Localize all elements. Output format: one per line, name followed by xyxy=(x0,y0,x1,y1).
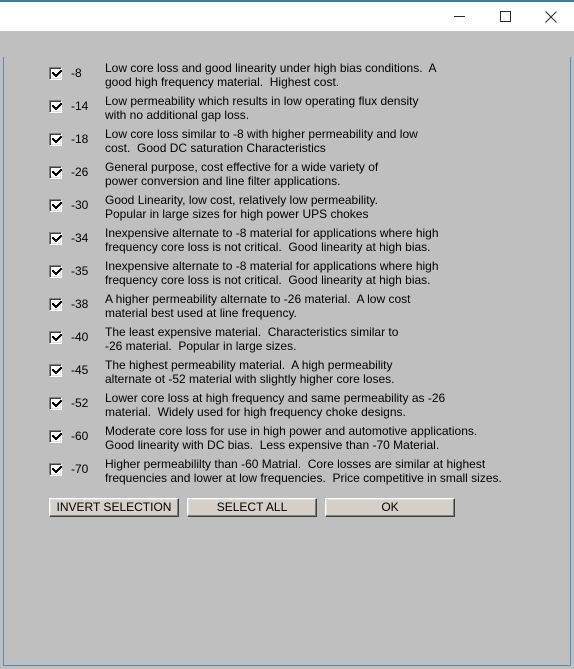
material-description-line-2: material best used at line frequency. xyxy=(105,306,297,320)
material-description-line-2: alternate ot -52 material with slightly … xyxy=(105,372,395,386)
close-button[interactable] xyxy=(528,2,574,31)
select-all-button[interactable]: SELECT ALL xyxy=(187,498,317,517)
material-description-line-1: Inexpensive alternate to -8 material for… xyxy=(105,226,439,240)
material-row: -18 Low core loss similar to -8 with high… xyxy=(4,123,572,156)
material-row: -70 Higher permeabililty than -60 Matrial… xyxy=(4,453,572,486)
material-checkbox-cell: -35 xyxy=(4,255,88,278)
material-description: Lower core loss at high frequency and sa… xyxy=(68,387,572,419)
material-description-line-2: frequency core loss is not critical. Goo… xyxy=(105,273,431,287)
material-checkbox-cell: -45 xyxy=(4,354,88,377)
material-checkbox-cell: -60 xyxy=(4,420,88,443)
material-description-line-1: Inexpensive alternate to -8 material for… xyxy=(105,259,439,273)
material-description-line-2: Good linearity with DC bias. Less expens… xyxy=(105,438,440,452)
material-checkbox-cell: -40 xyxy=(4,321,88,344)
material-checkbox-cell: -52 xyxy=(4,387,88,410)
material-description: General purpose, cost effective for a wi… xyxy=(68,156,572,188)
material-description: The highest permeability material. A hig… xyxy=(68,354,572,386)
material-description: The least expensive material. Characteri… xyxy=(68,321,572,353)
material-checkbox-cell: -70 xyxy=(4,453,88,476)
maximize-icon xyxy=(499,10,512,23)
material-description-line-1: The highest permeability material. A hig… xyxy=(105,358,393,372)
material-description-line-2: frequency core loss is not critical. Goo… xyxy=(105,240,431,254)
close-icon xyxy=(544,10,558,24)
material-row: -38 A higher permeability alternate to -2… xyxy=(4,288,572,321)
minimize-icon xyxy=(453,10,466,23)
material-row: -8 Low core loss and good linearity under… xyxy=(4,57,572,90)
material-description-line-1: A higher permeability alternate to -26 m… xyxy=(105,292,411,306)
material-checkbox-cell: -30 xyxy=(4,189,88,212)
material-row: -14 Low permeability which results in low… xyxy=(4,90,572,123)
material-checkbox-cell: -26 xyxy=(4,156,88,179)
material-checkbox-cell: -14 xyxy=(4,90,88,113)
material-description-line-2: power conversion and line filter applica… xyxy=(105,174,341,188)
material-checkbox-cell: -34 xyxy=(4,222,88,245)
material-description: Low core loss similar to -8 with higher … xyxy=(68,123,572,155)
material-row: -40 The least expensive material. Charact… xyxy=(4,321,572,354)
material-description-line-1: General purpose, cost effective for a wi… xyxy=(105,160,379,174)
material-description-line-2: material. Widely used for high frequency… xyxy=(105,405,406,419)
material-checkbox-cell: -8 xyxy=(4,57,82,80)
material-checkbox[interactable] xyxy=(49,430,62,443)
material-checkbox[interactable] xyxy=(49,100,62,113)
material-checkbox[interactable] xyxy=(49,166,62,179)
material-checkbox[interactable] xyxy=(49,331,62,344)
material-checkbox[interactable] xyxy=(49,364,62,377)
material-description-line-2: good high frequency material. Highest co… xyxy=(105,75,340,89)
dialog-frame: -8 Low core loss and good linearity under… xyxy=(3,57,571,666)
material-description-line-2: Popular in large sizes for high power UP… xyxy=(105,207,369,221)
material-checkbox[interactable] xyxy=(49,67,62,80)
material-description-line-2: frequencies and lower at low frequencies… xyxy=(105,471,502,485)
window-title xyxy=(0,2,436,31)
material-checkbox[interactable] xyxy=(49,265,62,278)
material-row: -30 Good Linearity, low cost, relatively … xyxy=(4,189,572,222)
ok-button[interactable]: OK xyxy=(325,498,455,517)
material-checkbox[interactable] xyxy=(49,298,62,311)
material-checkbox[interactable] xyxy=(49,199,62,212)
title-bar xyxy=(0,0,574,31)
material-checkbox[interactable] xyxy=(49,232,62,245)
material-row: -26 General purpose, cost effective for a… xyxy=(4,156,572,189)
material-checkbox[interactable] xyxy=(49,397,62,410)
material-description-line-1: Lower core loss at high frequency and sa… xyxy=(105,391,446,405)
material-description-line-1: Good Linearity, low cost, relatively low… xyxy=(105,193,378,207)
material-description-line-1: Higher permeabililty than -60 Matrial. C… xyxy=(105,457,486,471)
material-description: Inexpensive alternate to -8 material for… xyxy=(68,255,572,287)
material-checkbox[interactable] xyxy=(49,133,62,146)
dialog-window: -8 Low core loss and good linearity under… xyxy=(0,0,574,669)
invert-selection-button[interactable]: INVERT SELECTION xyxy=(49,498,179,517)
material-description-line-1: Low core loss and good linearity under h… xyxy=(105,61,437,75)
material-description: Inexpensive alternate to -8 material for… xyxy=(68,222,572,254)
maximize-button[interactable] xyxy=(482,2,528,31)
material-list: -8 Low core loss and good linearity under… xyxy=(4,57,572,486)
material-checkbox[interactable] xyxy=(49,463,62,476)
material-checkbox-cell: -38 xyxy=(4,288,88,311)
material-row: -52 Lower core loss at high frequency and… xyxy=(4,387,572,420)
material-description-line-1: Moderate core loss for use in high power… xyxy=(105,424,478,438)
material-row: -34 Inexpensive alternate to -8 material … xyxy=(4,222,572,255)
material-description: Good Linearity, low cost, relatively low… xyxy=(68,189,572,221)
material-description-line-1: The least expensive material. Characteri… xyxy=(105,325,399,339)
minimize-button[interactable] xyxy=(436,2,482,31)
material-row: -60 Moderate core loss for use in high po… xyxy=(4,420,572,453)
material-description: A higher permeability alternate to -26 m… xyxy=(68,288,572,320)
material-description-line-2: with no additional gap loss. xyxy=(105,108,250,122)
material-description: Low permeability which results in low op… xyxy=(68,90,572,122)
material-row: -45 The highest permeability material. A … xyxy=(4,354,572,387)
material-description: Low core loss and good linearity under h… xyxy=(68,57,572,89)
material-description-line-2: cost. Good DC saturation Characteristics xyxy=(105,141,326,155)
material-description: Moderate core loss for use in high power… xyxy=(68,420,572,452)
material-description: Higher permeabililty than -60 Matrial. C… xyxy=(68,453,572,485)
dialog-button-row: INVERT SELECTION SELECT ALL OK xyxy=(49,498,549,517)
material-checkbox-cell: -18 xyxy=(4,123,88,146)
material-description-line-2: -26 material. Popular in large sizes. xyxy=(105,339,297,353)
material-description-line-1: Low core loss similar to -8 with higher … xyxy=(105,127,418,141)
material-description-line-1: Low permeability which results in low op… xyxy=(105,94,419,108)
material-row: -35 Inexpensive alternate to -8 material … xyxy=(4,255,572,288)
